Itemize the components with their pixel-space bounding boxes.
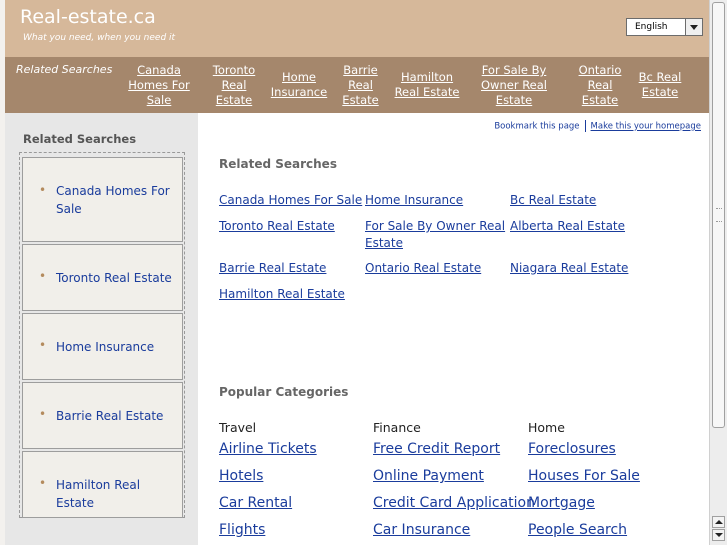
bullet-icon: • bbox=[39, 338, 47, 352]
sidebar-link[interactable]: Hamilton Real Estate bbox=[56, 476, 176, 512]
category-link[interactable]: Flights bbox=[219, 522, 265, 538]
sidebar-link[interactable]: Canada Homes For Sale bbox=[56, 182, 176, 218]
language-value: English bbox=[635, 22, 668, 32]
vertical-scrollbar[interactable] bbox=[709, 0, 727, 545]
top-nav: Related Searches Canada Homes For Sale T… bbox=[5, 57, 709, 113]
category-link[interactable]: Online Payment bbox=[373, 468, 484, 484]
sidebar: Related Searches • Canada Homes For Sale… bbox=[5, 113, 198, 545]
category-link[interactable]: Car Rental bbox=[219, 495, 292, 511]
category-link[interactable]: Free Credit Report bbox=[373, 441, 500, 457]
bookmark-row: Bookmark this page Make this your homepag… bbox=[494, 120, 701, 132]
grip-icon bbox=[716, 208, 722, 222]
related-link[interactable]: Home Insurance bbox=[365, 192, 511, 209]
category-heading-travel: Travel bbox=[219, 420, 257, 435]
related-link[interactable]: Alberta Real Estate bbox=[510, 218, 656, 235]
category-link[interactable]: Hotels bbox=[219, 468, 263, 484]
sidebar-item[interactable]: • Barrie Real Estate bbox=[22, 382, 183, 449]
nav-label: Related Searches bbox=[16, 63, 113, 76]
nav-link-toronto[interactable]: Toronto Real Estate bbox=[208, 63, 260, 108]
sidebar-link[interactable]: Home Insurance bbox=[56, 338, 176, 356]
sidebar-title: Related Searches bbox=[23, 132, 137, 146]
site-title[interactable]: Real-estate.ca bbox=[20, 6, 156, 28]
category-link[interactable]: Foreclosures bbox=[528, 441, 616, 457]
scroll-down-button[interactable] bbox=[712, 529, 725, 541]
sidebar-item[interactable]: • Hamilton Real Estate bbox=[22, 451, 183, 518]
divider bbox=[584, 120, 586, 132]
nav-link-ontario[interactable]: Ontario Real Estate bbox=[576, 63, 624, 108]
main-content: Bookmark this page Make this your homepag… bbox=[198, 113, 709, 545]
sidebar-item[interactable]: • Canada Homes For Sale bbox=[22, 157, 183, 242]
nav-link-barrie[interactable]: Barrie Real Estate bbox=[339, 63, 382, 108]
sidebar-link[interactable]: Barrie Real Estate bbox=[56, 407, 176, 425]
bullet-icon: • bbox=[39, 407, 47, 421]
sidebar-item[interactable]: • Home Insurance bbox=[22, 313, 183, 380]
nav-link-bc[interactable]: Bc Real Estate bbox=[633, 70, 687, 100]
category-link[interactable]: Credit Card Application bbox=[373, 495, 535, 511]
chevron-down-icon[interactable] bbox=[685, 19, 702, 35]
related-searches-title: Related Searches bbox=[219, 157, 337, 171]
category-link[interactable]: Houses For Sale bbox=[528, 468, 640, 484]
page: Real-estate.ca What you need, when you n… bbox=[5, 0, 709, 545]
site-header: Real-estate.ca What you need, when you n… bbox=[5, 0, 709, 57]
scrollbar-thumb[interactable] bbox=[712, 2, 725, 428]
bullet-icon: • bbox=[39, 269, 47, 283]
nav-link-for-sale-by-owner[interactable]: For Sale By Owner Real Estate bbox=[475, 63, 553, 108]
related-link[interactable]: Niagara Real Estate bbox=[510, 260, 656, 277]
related-link[interactable]: Canada Homes For Sale bbox=[219, 192, 365, 209]
site-tagline: What you need, when you need it bbox=[23, 33, 176, 43]
bullet-icon: • bbox=[39, 476, 47, 490]
scroll-up-button[interactable] bbox=[712, 516, 725, 528]
category-heading-home: Home bbox=[528, 420, 565, 435]
related-link[interactable]: Hamilton Real Estate bbox=[219, 286, 365, 303]
bullet-icon: • bbox=[39, 183, 47, 197]
related-link[interactable]: Bc Real Estate bbox=[510, 192, 656, 209]
sidebar-link[interactable]: Toronto Real Estate bbox=[56, 269, 176, 287]
related-link[interactable]: For Sale By Owner Real Estate bbox=[365, 218, 511, 252]
popular-categories-title: Popular Categories bbox=[219, 385, 349, 399]
bookmark-link[interactable]: Bookmark this page bbox=[494, 122, 579, 132]
sidebar-item[interactable]: • Toronto Real Estate bbox=[22, 244, 183, 311]
category-link[interactable]: Car Insurance bbox=[373, 522, 470, 538]
category-link[interactable]: Mortgage bbox=[528, 495, 595, 511]
nav-link-home-insurance[interactable]: Home Insurance bbox=[268, 70, 330, 100]
nav-link-canada-homes[interactable]: Canada Homes For Sale bbox=[121, 63, 197, 108]
homepage-link[interactable]: Make this your homepage bbox=[591, 122, 701, 132]
language-select[interactable]: English bbox=[626, 18, 703, 36]
category-link[interactable]: Airline Tickets bbox=[219, 441, 317, 457]
category-heading-finance: Finance bbox=[373, 420, 421, 435]
related-link[interactable]: Ontario Real Estate bbox=[365, 260, 511, 277]
related-link[interactable]: Toronto Real Estate bbox=[219, 218, 365, 235]
category-link[interactable]: People Search bbox=[528, 522, 627, 538]
nav-link-hamilton[interactable]: Hamilton Real Estate bbox=[391, 70, 463, 100]
related-link[interactable]: Barrie Real Estate bbox=[219, 260, 365, 277]
